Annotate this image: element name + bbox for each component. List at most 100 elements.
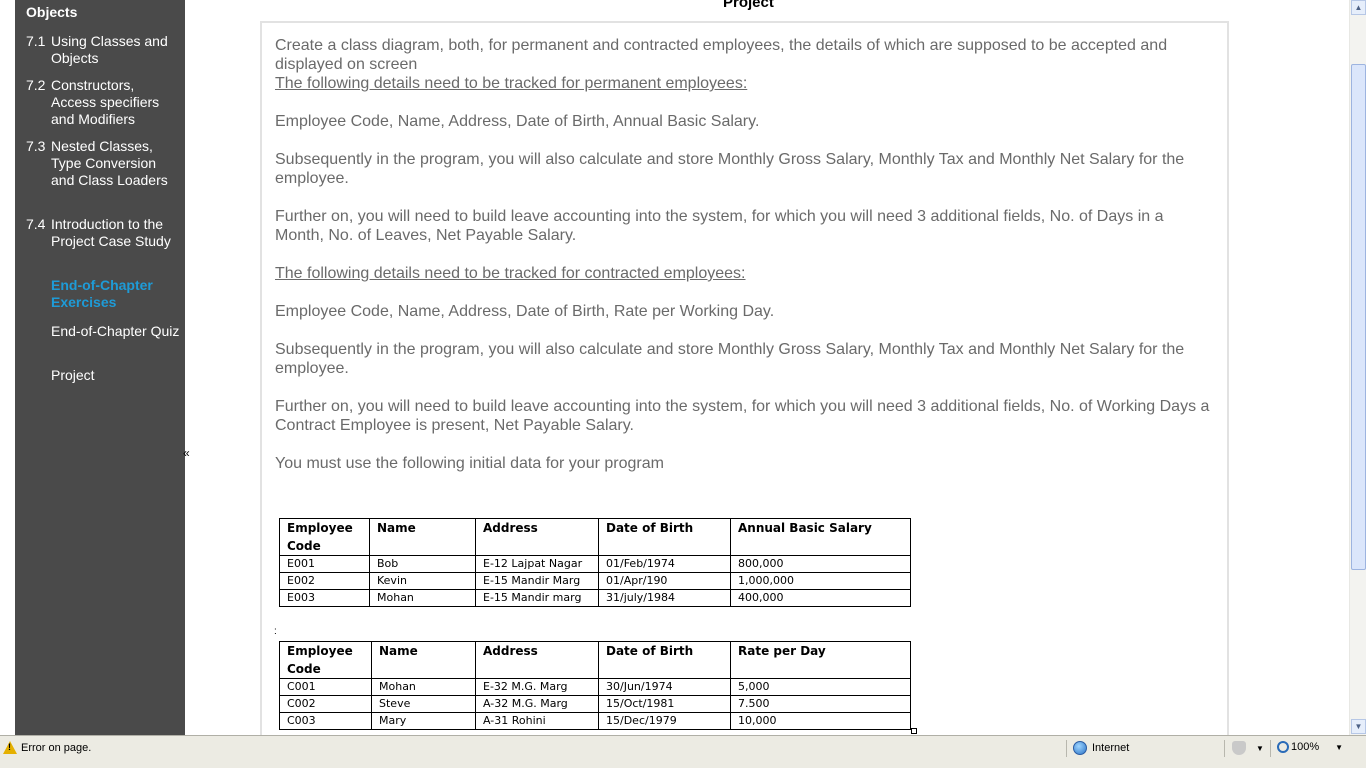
- table-cell: E-15 Mandir Marg: [475, 572, 599, 590]
- contract-heading: The following details need to be tracked…: [275, 265, 746, 282]
- sidebar-item-label: Nested Classes, Type Conversion and Clas…: [51, 138, 168, 188]
- intro-text: Create a class diagram, both, for perman…: [275, 37, 1168, 73]
- table-cell: 10,000: [730, 712, 911, 730]
- sidebar-item-label: Using Classes and Objects: [51, 33, 168, 66]
- table-row: E002 Kevin E-15 Mandir Marg 01/Apr/190 1…: [279, 572, 911, 590]
- table-row: C002 Steve A-32 M.G. Marg 15/Oct/1981 7.…: [279, 695, 911, 713]
- table-cell: Kevin: [369, 572, 476, 590]
- initial-data-text: You must use the following initial data …: [275, 455, 664, 472]
- status-divider: [1066, 740, 1067, 757]
- column-header: Address: [475, 518, 599, 556]
- main-content: Project Create a class diagram, both, fo…: [190, 0, 1349, 735]
- sidebar-item-number: 7.4: [26, 216, 46, 232]
- sidebar-item-number: 7.3: [26, 138, 46, 154]
- contract-leave: Further on, you will need to build leave…: [275, 398, 1210, 434]
- table-cell: Steve: [371, 695, 476, 713]
- sidebar-item-label: Introduction to the Project Case Study: [51, 216, 171, 249]
- permanent-leave: Further on, you will need to build leave…: [275, 208, 1164, 244]
- table-cell: Mohan: [371, 678, 476, 696]
- column-header: Name: [371, 641, 476, 679]
- column-header: Rate per Day: [730, 641, 911, 679]
- sidebar-item-project[interactable]: Project: [51, 367, 181, 384]
- page-title: Project: [723, 0, 774, 11]
- globe-icon: [1073, 741, 1087, 755]
- contract-employee-table: Employee Code Name Address Date of Birth…: [279, 641, 911, 730]
- table-cell: E002: [279, 572, 370, 590]
- table-resize-handle[interactable]: [911, 728, 917, 734]
- project-description: Create a class diagram, both, for perman…: [275, 36, 1215, 473]
- sidebar-item-label: End-of-Chapter Exercises: [51, 277, 153, 310]
- sidebar-item-quiz[interactable]: End-of-Chapter Quiz: [51, 323, 181, 340]
- security-zone[interactable]: Internet: [1073, 741, 1129, 755]
- column-header: Address: [475, 641, 599, 679]
- status-message: Error on page.: [21, 741, 92, 754]
- table-row: C001 Mohan E-32 M.G. Marg 30/Jun/1974 5,…: [279, 678, 911, 696]
- table-row: E001 Bob E-12 Lajpat Nagar 01/Feb/1974 8…: [279, 555, 911, 573]
- table-cell: C003: [279, 712, 372, 730]
- browser-window: Objects 7.1 Using Classes and Objects 7.…: [0, 0, 1366, 768]
- status-divider: [1270, 740, 1271, 757]
- table-cell: Mary: [371, 712, 476, 730]
- status-divider: [1224, 740, 1225, 757]
- permanent-heading: The following details need to be tracked…: [275, 75, 748, 92]
- zoom-icon: [1277, 741, 1289, 753]
- sidebar-item-7-4[interactable]: 7.4 Introduction to the Project Case Stu…: [26, 216, 181, 250]
- sidebar-item-7-3[interactable]: 7.3 Nested Classes, Type Conversion and …: [26, 138, 181, 189]
- table-cell: Mohan: [369, 589, 476, 607]
- table-header-row: Employee Code Name Address Date of Birth…: [279, 518, 911, 556]
- column-header: Name: [369, 518, 476, 556]
- table-cell: 7.500: [730, 695, 911, 713]
- table-cell: C001: [279, 678, 372, 696]
- permanent-employee-table: Employee Code Name Address Date of Birth…: [279, 518, 911, 607]
- table-cell: A-32 M.G. Marg: [475, 695, 599, 713]
- column-header: Date of Birth: [598, 641, 731, 679]
- scroll-thumb[interactable]: [1351, 64, 1366, 570]
- zoom-control[interactable]: 100% ▼: [1277, 741, 1343, 753]
- sidebar-item-label: End-of-Chapter Quiz: [51, 323, 180, 339]
- scroll-down-button[interactable]: ▼: [1351, 719, 1366, 734]
- permanent-fields: Employee Code, Name, Address, Date of Bi…: [275, 113, 760, 130]
- sidebar-item-7-1[interactable]: 7.1 Using Classes and Objects: [26, 33, 181, 67]
- collapse-sidebar-button[interactable]: «: [183, 446, 190, 460]
- sidebar-item-label: Project: [51, 367, 95, 383]
- sidebar-item-number: 7.2: [26, 77, 46, 93]
- vertical-scrollbar[interactable]: ▲ ▼: [1349, 0, 1366, 735]
- sidebar-item-exercises[interactable]: End-of-Chapter Exercises: [51, 277, 181, 311]
- column-header: Date of Birth: [598, 518, 731, 556]
- sidebar-item-7-2[interactable]: 7.2 Constructors, Access specifiers and …: [26, 77, 181, 128]
- paragraph-marker: :: [274, 626, 277, 637]
- table-cell: E001: [279, 555, 370, 573]
- status-bar: Error on page. Internet ▼ 100% ▼: [0, 735, 1366, 768]
- warning-icon: [3, 741, 17, 754]
- table-cell: A-31 Rohini: [475, 712, 599, 730]
- table-cell: Bob: [369, 555, 476, 573]
- sidebar-item-label: Constructors, Access specifiers and Modi…: [51, 77, 160, 127]
- permanent-calc: Subsequently in the program, you will al…: [275, 151, 1185, 187]
- sidebar-heading: Objects: [26, 4, 78, 20]
- error-status[interactable]: Error on page.: [3, 741, 91, 754]
- chevron-down-icon: ▼: [1335, 742, 1344, 752]
- table-cell: 400,000: [730, 589, 911, 607]
- table-row: C003 Mary A-31 Rohini 15/Dec/1979 10,000: [279, 712, 911, 730]
- table-cell: E003: [279, 589, 370, 607]
- sidebar-item-number: 7.1: [26, 33, 46, 49]
- left-edge: [0, 0, 15, 735]
- table-row: E003 Mohan E-15 Mandir marg 31/july/1984…: [279, 589, 911, 607]
- chapter-sidebar: Objects 7.1 Using Classes and Objects 7.…: [15, 0, 185, 735]
- protected-mode-status[interactable]: ▼: [1232, 741, 1264, 755]
- table-cell: 31/july/1984: [598, 589, 731, 607]
- contract-calc: Subsequently in the program, you will al…: [275, 341, 1185, 377]
- table-cell: 800,000: [730, 555, 911, 573]
- table-header-row: Employee Code Name Address Date of Birth…: [279, 641, 911, 679]
- column-header: Employee Code: [279, 641, 372, 679]
- column-header: Annual Basic Salary: [730, 518, 911, 556]
- shield-icon: [1232, 741, 1246, 755]
- contract-fields: Employee Code, Name, Address, Date of Bi…: [275, 303, 775, 320]
- scroll-up-button[interactable]: ▲: [1351, 0, 1366, 15]
- table-cell: 1,000,000: [730, 572, 911, 590]
- zoom-level: 100%: [1291, 741, 1320, 753]
- table-cell: 30/Jun/1974: [598, 678, 731, 696]
- table-cell: E-15 Mandir marg: [475, 589, 599, 607]
- table-cell: E-32 M.G. Marg: [475, 678, 599, 696]
- table-cell: 15/Oct/1981: [598, 695, 731, 713]
